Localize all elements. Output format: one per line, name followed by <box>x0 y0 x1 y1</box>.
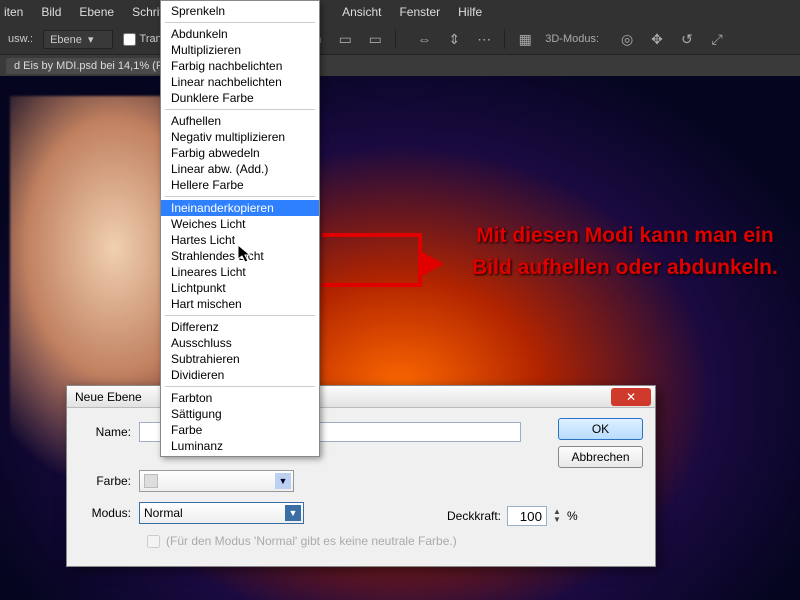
blendmode-item[interactable]: Farbe <box>161 422 319 438</box>
blendmode-item[interactable]: Linear abw. (Add.) <box>161 161 319 177</box>
color-label: Farbe: <box>79 474 139 488</box>
mode-label: Modus: <box>79 506 139 520</box>
pan-icon[interactable]: ✥ <box>647 30 667 48</box>
chevron-down-icon: ▼ <box>275 473 291 489</box>
neutral-fill-label: (Für den Modus 'Normal' gibt es keine ne… <box>166 534 457 548</box>
dialog-title: Neue Ebene <box>75 390 142 404</box>
blendmode-item[interactable]: Farbig nachbelichten <box>161 58 319 74</box>
menubar: iten Bild Ebene Schrift Ansicht Fenster … <box>0 0 800 24</box>
document-tab-bar: d Eis by MDI.psd bei 14,1% (Fa <box>0 54 800 76</box>
orbit-icon[interactable]: ◎ <box>617 30 637 48</box>
blendmode-dropdown[interactable]: Sprenkeln AbdunkelnMultiplizierenFarbig n… <box>160 0 320 457</box>
ok-button[interactable]: OK <box>558 418 643 440</box>
menu-item[interactable]: Bild <box>41 5 61 19</box>
blendmode-item[interactable]: Farbton <box>161 390 319 406</box>
rotate-icon[interactable]: ↺ <box>677 30 697 48</box>
chevron-down-icon: ▼ <box>285 505 301 521</box>
toolbar-prefix: usw.: <box>8 33 33 45</box>
document-tab[interactable]: d Eis by MDI.psd bei 14,1% (Fa <box>6 58 177 74</box>
mode3d-label: 3D-Modus: <box>545 33 599 45</box>
blendmode-item[interactable]: Hartes Licht <box>161 232 319 248</box>
blendmode-item[interactable]: Luminanz <box>161 438 319 454</box>
options-bar: usw.: Ebene ▾ Trans ▯ ▯ ▯ ▭ ▭ ▭ ⇔ ⇕ ⋯ ▦ … <box>0 24 800 54</box>
blendmode-item[interactable]: Weiches Licht <box>161 216 319 232</box>
dialog-titlebar[interactable]: Neue Ebene ✕ <box>67 386 655 408</box>
opacity-input[interactable] <box>507 506 547 526</box>
distribute-h-icon[interactable]: ⇔ <box>414 30 434 48</box>
valign-bot-icon[interactable]: ▭ <box>365 30 385 48</box>
scale-icon[interactable]: ⤢ <box>707 30 727 48</box>
blendmode-item[interactable]: Dividieren <box>161 367 319 383</box>
blendmode-item[interactable]: Sättigung <box>161 406 319 422</box>
layer-select[interactable]: Ebene ▾ <box>43 30 112 49</box>
annotation-arrow-icon <box>418 250 444 278</box>
opacity-label: Deckkraft: <box>447 509 501 523</box>
blendmode-item[interactable]: Hellere Farbe <box>161 177 319 193</box>
percent-label: % <box>567 509 578 523</box>
blendmode-item[interactable]: Ausschluss <box>161 335 319 351</box>
opacity-spinner[interactable]: ▲▼ <box>553 508 561 524</box>
blendmode-item[interactable]: Negativ multiplizieren <box>161 129 319 145</box>
menu-item[interactable]: Fenster <box>399 5 440 19</box>
blendmode-item[interactable]: Farbig abwedeln <box>161 145 319 161</box>
blendmode-item[interactable]: Multiplizieren <box>161 42 319 58</box>
blendmode-item[interactable]: Linear nachbelichten <box>161 74 319 90</box>
blendmode-item[interactable]: Sprenkeln <box>161 3 319 19</box>
blendmode-item[interactable]: Dunklere Farbe <box>161 90 319 106</box>
menu-item[interactable]: Ebene <box>79 5 114 19</box>
cancel-button[interactable]: Abbrechen <box>558 446 643 468</box>
close-button[interactable]: ✕ <box>611 388 651 406</box>
divider <box>395 29 396 49</box>
annotation-bracket <box>322 233 422 287</box>
blendmode-item[interactable]: Abdunkeln <box>161 26 319 42</box>
blendmode-item[interactable]: Strahlendes Licht <box>161 248 319 264</box>
menu-item[interactable]: Ansicht <box>342 5 381 19</box>
color-swatch-icon <box>144 474 158 488</box>
annotation-text: Mit diesen Modi kann man ein Bild aufhel… <box>465 220 785 283</box>
new-layer-dialog: Neue Ebene ✕ Name: er Ebene erstellen Fa… <box>66 385 656 567</box>
valign-mid-icon[interactable]: ▭ <box>335 30 355 48</box>
distribute-v-icon[interactable]: ⇕ <box>444 30 464 48</box>
neutral-fill-checkbox <box>147 535 160 548</box>
blendmode-item[interactable]: Differenz <box>161 319 319 335</box>
menu-item[interactable]: Hilfe <box>458 5 482 19</box>
grid-icon[interactable]: ▦ <box>515 30 535 48</box>
name-label: Name: <box>79 425 139 439</box>
blendmode-item[interactable]: Aufhellen <box>161 113 319 129</box>
menu-item[interactable]: iten <box>4 5 23 19</box>
blendmode-item[interactable]: Hart mischen <box>161 296 319 312</box>
color-select[interactable]: ▼ <box>139 470 294 492</box>
distribute-icon[interactable]: ⋯ <box>474 30 494 48</box>
divider <box>504 29 505 49</box>
blendmode-item[interactable]: Subtrahieren <box>161 351 319 367</box>
blendmode-item[interactable]: Lichtpunkt <box>161 280 319 296</box>
blendmode-item[interactable]: Lineares Licht <box>161 264 319 280</box>
mode-select[interactable]: Normal ▼ <box>139 502 304 524</box>
blendmode-item[interactable]: Ineinanderkopieren <box>161 200 319 216</box>
